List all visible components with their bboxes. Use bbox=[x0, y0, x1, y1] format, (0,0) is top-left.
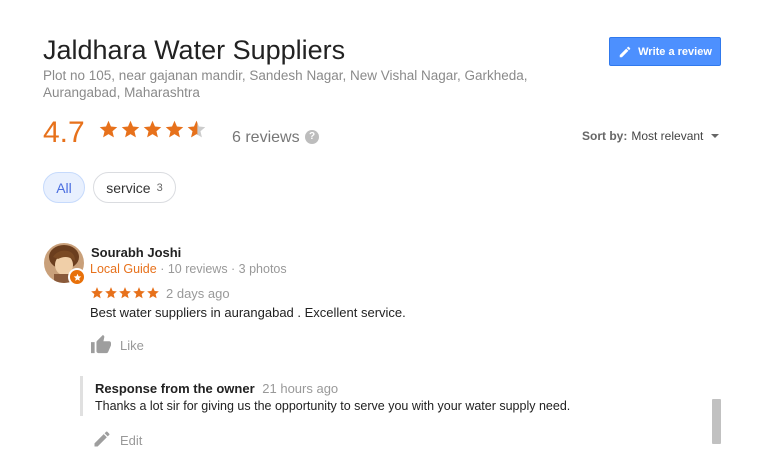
edit-response-button[interactable]: Edit bbox=[92, 429, 142, 452]
review-text: Best water suppliers in aurangabad . Exc… bbox=[90, 305, 406, 320]
filter-chip-service[interactable]: service 3 bbox=[93, 172, 176, 203]
filter-chip-label: All bbox=[56, 179, 72, 196]
local-guide-star-icon bbox=[68, 268, 86, 286]
owner-response-time: 21 hours ago bbox=[262, 381, 339, 396]
reviewer-meta: Local Guide · 10 reviews · 3 photos bbox=[90, 262, 287, 276]
write-review-button[interactable]: Write a review bbox=[609, 37, 721, 66]
star-icon bbox=[121, 120, 140, 138]
business-title: Jaldhara Water Suppliers bbox=[43, 35, 346, 65]
star-icon bbox=[143, 120, 162, 138]
chevron-down-icon bbox=[711, 134, 720, 138]
scrollbar-thumb[interactable] bbox=[712, 399, 721, 444]
star-icon bbox=[147, 287, 159, 299]
owner-response-text: Thanks a lot sir for giving us the oppor… bbox=[95, 399, 571, 413]
star-icon bbox=[165, 120, 184, 138]
filter-chip-label: service bbox=[106, 179, 151, 196]
help-circle-icon[interactable]: ? bbox=[305, 130, 319, 144]
local-guide-label[interactable]: Local Guide bbox=[90, 262, 157, 276]
rating-score: 4.7 bbox=[43, 116, 85, 149]
thumbs-up-icon bbox=[90, 334, 112, 357]
review-date: 2 days ago bbox=[166, 286, 230, 301]
owner-response-label: Response from the owner bbox=[95, 381, 255, 396]
sort-value: Most relevant bbox=[631, 129, 704, 143]
sort-label: Sort by: bbox=[582, 129, 628, 143]
owner-response: Response from the owner 21 hours ago Tha… bbox=[80, 376, 700, 416]
star-icon bbox=[119, 287, 131, 299]
sort-dropdown[interactable]: Sort by: Most relevant bbox=[582, 129, 720, 143]
filter-chip-all[interactable]: All bbox=[43, 172, 85, 203]
pencil-icon bbox=[618, 45, 632, 59]
like-label: Like bbox=[120, 338, 144, 353]
owner-response-header: Response from the owner 21 hours ago bbox=[95, 381, 700, 396]
write-review-label: Write a review bbox=[638, 45, 712, 58]
edit-label: Edit bbox=[120, 433, 143, 448]
star-icon bbox=[91, 287, 103, 299]
reviewer-stats: · 10 reviews · 3 photos bbox=[156, 262, 287, 276]
star-icon bbox=[105, 287, 117, 299]
review-count: 6 reviews bbox=[232, 129, 300, 146]
like-button[interactable]: Like bbox=[90, 334, 144, 357]
business-address: Plot no 105, near gajanan mandir, Sandes… bbox=[43, 68, 528, 100]
review-stars bbox=[90, 286, 160, 300]
rating-stars bbox=[98, 119, 207, 140]
star-icon bbox=[99, 120, 118, 138]
star-partial-icon bbox=[187, 120, 206, 138]
reviewer-name[interactable]: Sourabh Joshi bbox=[91, 245, 181, 260]
filter-chip-count: 3 bbox=[156, 181, 163, 194]
pencil-icon bbox=[92, 429, 112, 452]
star-icon bbox=[133, 287, 145, 299]
